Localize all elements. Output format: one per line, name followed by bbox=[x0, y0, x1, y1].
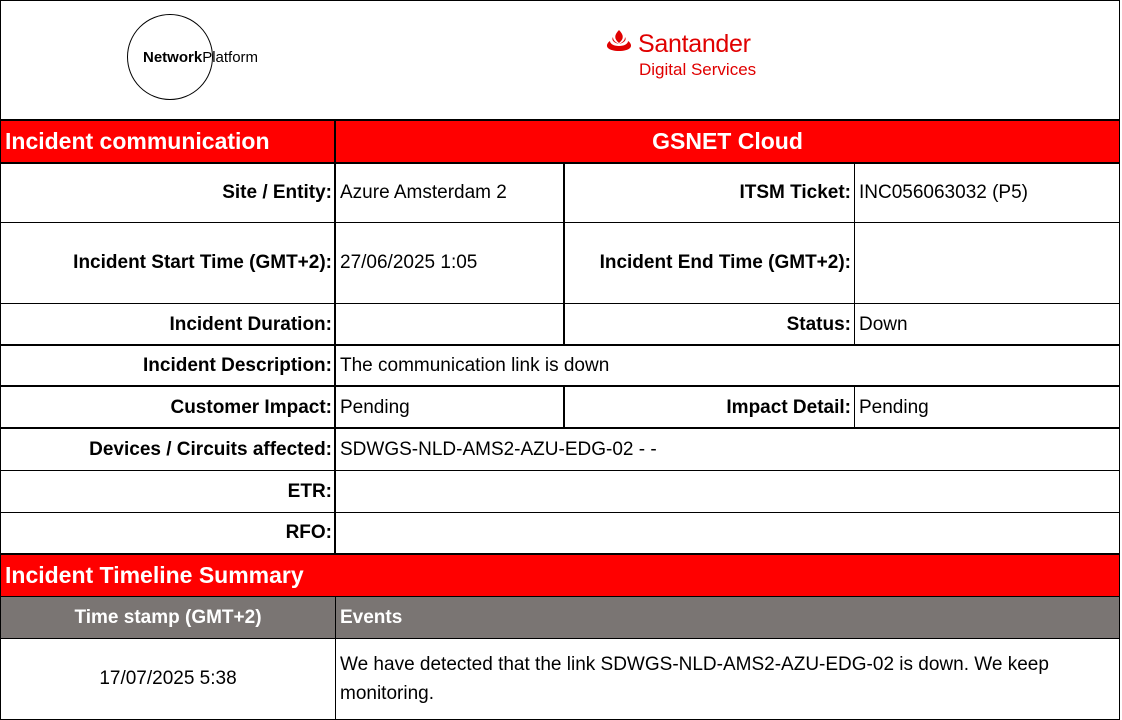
rule-timeline-header bbox=[0, 638, 1120, 639]
rule-col-mid-a bbox=[563, 163, 565, 345]
start-time-label: Incident Start Time (GMT+2): bbox=[73, 252, 332, 273]
description-label: Incident Description: bbox=[143, 355, 332, 376]
site-label: Site / Entity: bbox=[222, 182, 332, 203]
santander-wordmark: Santander bbox=[638, 30, 751, 58]
logo-word-network: Network bbox=[143, 49, 203, 66]
rule-col-right-a bbox=[854, 163, 855, 345]
itsm-value: INC056063032 (P5) bbox=[859, 182, 1028, 203]
incident-communication-title: Incident communication bbox=[1, 121, 335, 162]
rfo-label: RFO: bbox=[285, 522, 332, 543]
impact-detail-label: Impact Detail: bbox=[726, 396, 851, 418]
etr-value bbox=[336, 471, 1119, 512]
logo-word-platform: Platform bbox=[202, 49, 259, 66]
duration-label: Incident Duration: bbox=[169, 313, 332, 335]
rule-row1 bbox=[0, 222, 1120, 223]
border-right bbox=[1119, 0, 1120, 720]
customer-impact-label: Customer Impact: bbox=[170, 396, 332, 418]
impact-detail-value: Pending bbox=[859, 396, 929, 418]
rule-row7 bbox=[0, 512, 1120, 513]
customer-impact-value: Pending bbox=[340, 396, 410, 418]
santander-flame-icon bbox=[606, 30, 632, 51]
start-time-value: 27/06/2025 1:05 bbox=[340, 252, 478, 273]
rule-timeline-title bbox=[0, 596, 1120, 597]
service-title: GSNET Cloud bbox=[336, 121, 1119, 162]
rule-header-top bbox=[0, 119, 1120, 121]
description-value: The communication link is down bbox=[340, 355, 610, 376]
status-label: Status: bbox=[786, 313, 851, 335]
santander-logo: Santander Digital Services bbox=[604, 28, 794, 88]
rule-col-right-b bbox=[854, 386, 855, 428]
site-value: Azure Amsterdam 2 bbox=[340, 182, 507, 203]
border-top bbox=[0, 0, 1120, 1]
timeline-events-header: Events bbox=[336, 597, 1119, 638]
etr-label: ETR: bbox=[287, 480, 332, 502]
border-left bbox=[0, 0, 1, 720]
end-time-label: Incident End Time (GMT+2): bbox=[599, 252, 851, 273]
rfo-value bbox=[336, 513, 1119, 553]
rule-col-label bbox=[334, 120, 336, 554]
rule-row5 bbox=[0, 427, 1120, 429]
rule-header-bottom bbox=[0, 162, 1120, 164]
rule-row3 bbox=[0, 344, 1120, 346]
timeline-row-time: 17/07/2025 5:38 bbox=[99, 668, 237, 689]
devices-label: Devices / Circuits affected: bbox=[89, 438, 332, 460]
rule-col-time bbox=[335, 597, 336, 720]
incident-sheet: NetworkPlatform Santander Digital Servic… bbox=[0, 0, 1122, 720]
devices-value: SDWGS-NLD-AMS2-AZU-EDG-02 - - bbox=[340, 438, 657, 460]
timeline-row-event: We have detected that the link SDWGS-NLD… bbox=[340, 654, 1049, 704]
status-value: Down bbox=[859, 313, 908, 335]
duration-value bbox=[336, 304, 564, 345]
rule-row4 bbox=[0, 385, 1120, 387]
timeline-time-header: Time stamp (GMT+2) bbox=[1, 597, 335, 638]
timeline-title: Incident Timeline Summary bbox=[1, 555, 1119, 596]
rule-row8 bbox=[0, 553, 1120, 555]
network-platform-wordmark: NetworkPlatform bbox=[143, 49, 258, 66]
end-time-value bbox=[855, 223, 1119, 303]
rule-row2 bbox=[0, 303, 1120, 304]
santander-subtitle: Digital Services bbox=[639, 60, 757, 79]
itsm-label: ITSM Ticket: bbox=[739, 182, 851, 203]
network-platform-logo: NetworkPlatform bbox=[127, 14, 287, 106]
rule-col-mid-b bbox=[563, 386, 565, 428]
rule-row6 bbox=[0, 470, 1120, 471]
